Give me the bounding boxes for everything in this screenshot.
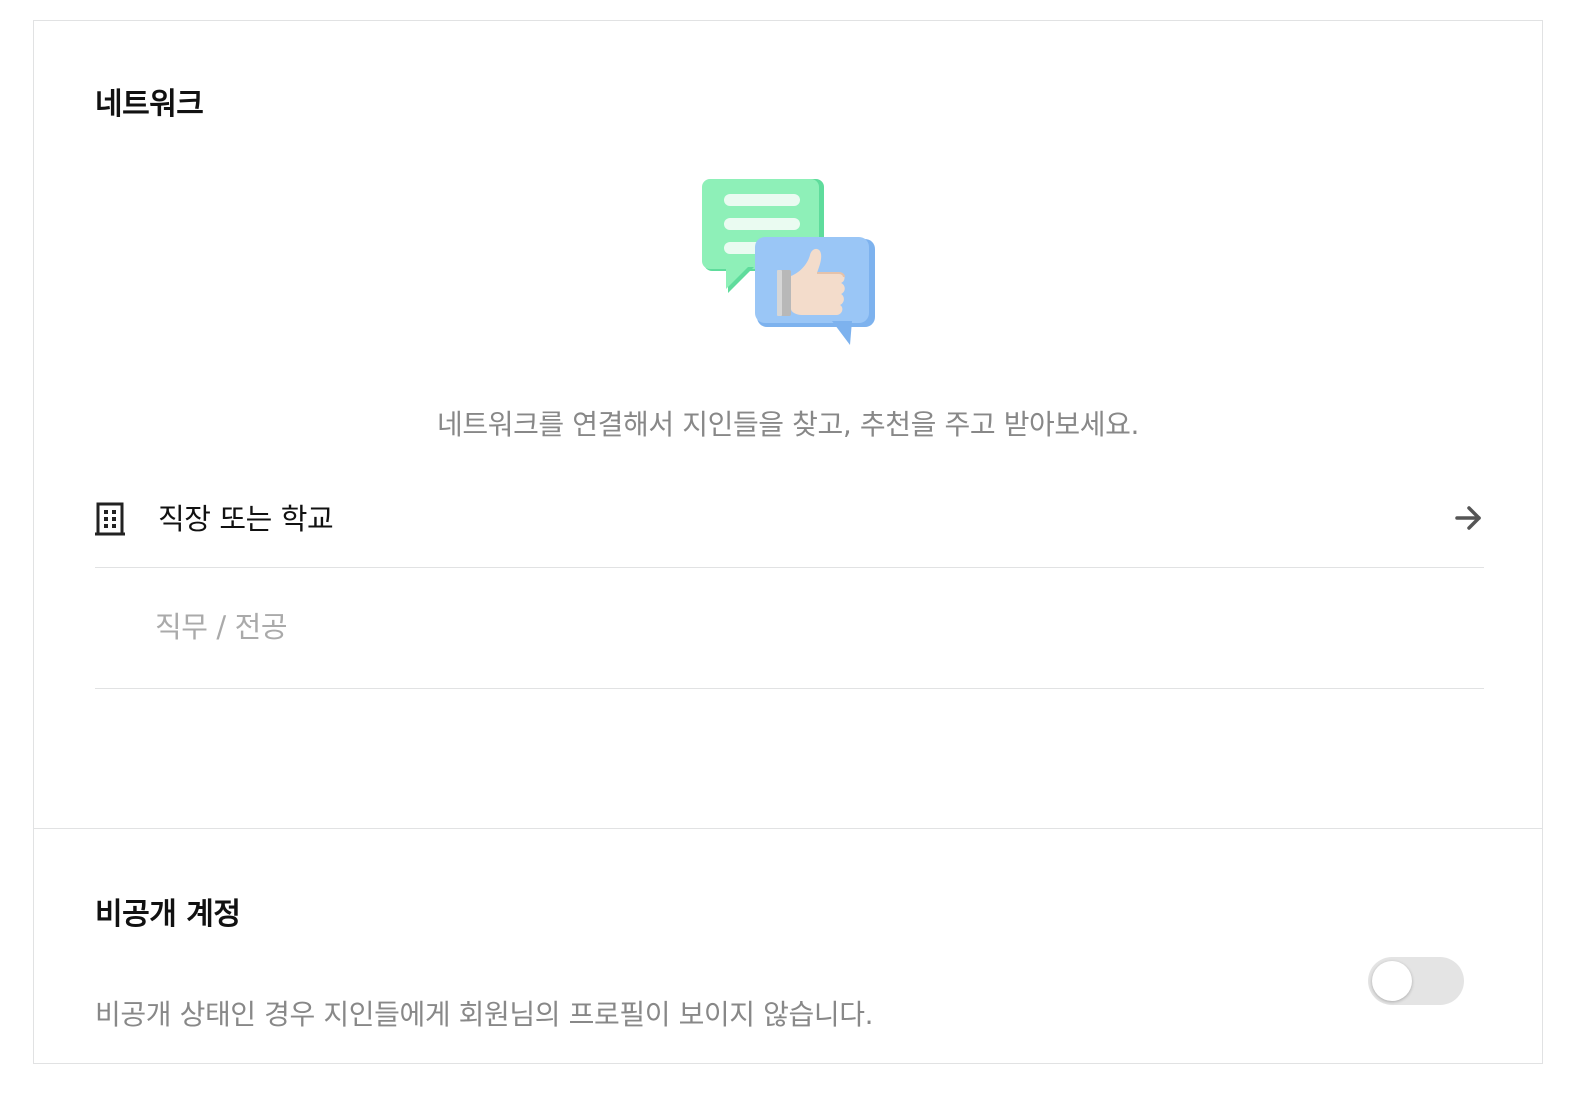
workplace-label: 직장 또는 학교 — [158, 502, 334, 536]
workplace-row[interactable]: 직장 또는 학교 — [95, 481, 1484, 568]
job-row — [95, 568, 1484, 689]
network-section: 네트워크 네트워크를 연결해서 지인들을 찾고, 추천을 주고 받아보세요. 직… — [34, 21, 1542, 829]
arrow-right-icon[interactable] — [1454, 503, 1484, 533]
network-description: 네트워크를 연결해서 지인들을 찾고, 추천을 주고 받아보세요. — [436, 408, 1139, 441]
private-account-title: 비공개 계정 — [95, 897, 241, 932]
network-title: 네트워크 — [95, 87, 204, 122]
private-account-section: 비공개 계정 비공개 상태인 경우 지인들에게 회원님의 프로필이 보이지 않습… — [34, 829, 1542, 1063]
private-account-toggle[interactable] — [1368, 957, 1464, 1005]
chat-bubbles-thumbs-up-illustration — [702, 179, 875, 345]
settings-card: 네트워크 네트워크를 연결해서 지인들을 찾고, 추천을 주고 받아보세요. 직… — [33, 20, 1543, 1064]
building-icon — [95, 502, 125, 536]
toggle-knob — [1372, 961, 1412, 1001]
private-account-description: 비공개 상태인 경우 지인들에게 회원님의 프로필이 보이지 않습니다. — [95, 998, 874, 1031]
job-major-input[interactable] — [155, 606, 1355, 648]
